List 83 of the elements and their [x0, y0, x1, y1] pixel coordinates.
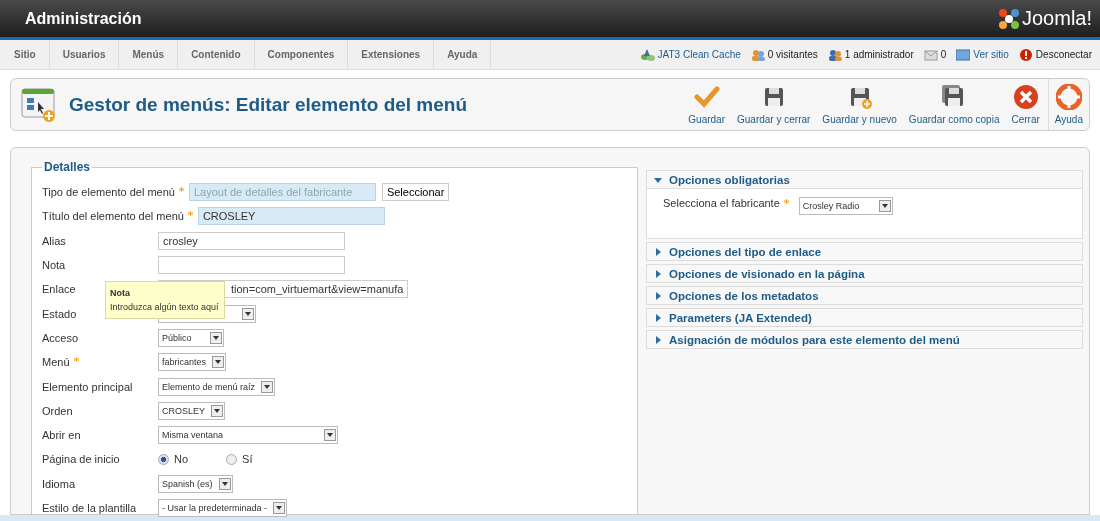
menu-item[interactable]: Sitio: [0, 40, 50, 69]
tree-icon: [640, 48, 655, 61]
select-field[interactable]: Crosley Radio: [798, 197, 893, 215]
caret-icon: [654, 269, 662, 278]
text-field[interactable]: crosley: [158, 231, 345, 250]
users-icon: [827, 48, 842, 61]
select-field[interactable]: fabricantes: [158, 353, 227, 372]
menu-item[interactable]: Ayuda: [434, 40, 492, 69]
panel-header[interactable]: Opciones obligatorias: [647, 171, 1082, 188]
field-label: Elemento principal: [42, 380, 133, 393]
fieldset-legend: Detalles: [42, 160, 93, 174]
menu-item[interactable]: Extensiones: [348, 40, 435, 69]
menu-item[interactable]: Componentes: [254, 40, 349, 69]
panel-header[interactable]: Asignación de módulos para este elemento del menú: [647, 331, 1082, 348]
asterisk-icon: [73, 356, 79, 362]
asterisk-icon: [783, 198, 789, 204]
status-text: Desconectar: [1035, 49, 1092, 60]
toolbar-button[interactable]: Guardar como copia: [902, 79, 1006, 130]
caret-icon: [654, 247, 662, 256]
field-label: Página de inicio: [42, 453, 120, 466]
asterisk-icon: [187, 210, 193, 216]
envelope-icon: [923, 48, 938, 61]
status-link[interactable]: Ver sitio: [973, 49, 1009, 60]
caret-icon: [654, 291, 662, 300]
radio-button[interactable]: [226, 453, 238, 465]
field-label: Orden: [42, 404, 73, 417]
panel-header[interactable]: Opciones de los metadatos: [647, 287, 1082, 304]
radio-label: Sí: [242, 453, 253, 466]
panel-header[interactable]: Opciones del tipo de enlace: [647, 243, 1082, 260]
close-icon: [1012, 84, 1039, 110]
field-label: Enlace: [42, 283, 76, 296]
status-text: 0: [940, 49, 947, 60]
field-label: Menú: [42, 356, 70, 369]
toolbar-button[interactable]: Guardar y cerrar: [731, 79, 817, 130]
caret-icon: [654, 313, 662, 322]
select-field[interactable]: CROSLEY: [158, 401, 225, 420]
menu-item[interactable]: Menús: [119, 40, 179, 69]
caret-icon: [654, 175, 662, 184]
select-field[interactable]: Misma ventana: [158, 426, 338, 445]
asterisk-icon: [178, 186, 184, 192]
field-label: Abrir en: [42, 429, 81, 442]
select-button[interactable]: Seleccionar: [381, 183, 450, 202]
field-label: Nota: [42, 259, 66, 272]
panel-header[interactable]: Parameters (JA Extended): [647, 309, 1082, 326]
select-field[interactable]: Elemento de menú raíz: [158, 377, 276, 396]
toolbar-button[interactable]: Cerrar: [1005, 79, 1046, 130]
tooltip-text: Introduzca algún texto aquí: [110, 302, 220, 313]
field-label: Estado: [42, 307, 77, 320]
toolbar-button[interactable]: Guardar: [682, 79, 731, 130]
page-title: Gestor de menús: Editar elemento del menú: [69, 93, 468, 116]
select-field[interactable]: Spanish (es): [158, 474, 233, 493]
toolbar-button[interactable]: Guardar y nuevo: [816, 79, 903, 130]
field-label: Estilo de la plantilla: [42, 502, 137, 514]
field-label: Alias: [42, 234, 66, 247]
caret-icon: [654, 335, 662, 344]
header-title: Administración: [25, 9, 142, 28]
select-field[interactable]: Público: [158, 328, 224, 347]
text-field[interactable]: CROSLEY: [197, 207, 385, 226]
logo-icon: [997, 7, 1020, 30]
logout-icon: [1018, 48, 1033, 61]
tooltip-title: Nota: [110, 288, 131, 299]
status-text: 1 administrador: [844, 49, 914, 60]
checkmark-icon: [693, 84, 720, 110]
status-link[interactable]: JAT3 Clean Cache: [657, 49, 741, 60]
menu-editor-icon: [21, 86, 57, 123]
field-label: Idioma: [42, 477, 76, 490]
field-label: Acceso: [42, 331, 79, 344]
menu-item[interactable]: Usuarios: [49, 40, 120, 69]
toolbar-button[interactable]: Ayuda: [1047, 79, 1089, 130]
text-field[interactable]: [158, 256, 345, 275]
field-label: Tipo de elemento del menú: [42, 186, 175, 199]
menu-item[interactable]: Contenido: [178, 40, 255, 69]
panel-header[interactable]: Opciones de visionado en la página: [647, 265, 1082, 282]
status-text: 0 visitantes: [767, 49, 818, 60]
radio-label: No: [174, 453, 189, 466]
select-field[interactable]: - Usar la predeterminada -: [158, 499, 288, 517]
screen-icon: [956, 48, 971, 61]
users-icon: [750, 48, 765, 61]
help-icon: [1055, 84, 1082, 110]
logo-text: Joomla!: [1021, 7, 1092, 30]
field-label: Título del elemento del menú: [42, 210, 184, 223]
radio-button[interactable]: [158, 453, 169, 465]
field-label: Selecciona el fabricante: [663, 197, 780, 209]
